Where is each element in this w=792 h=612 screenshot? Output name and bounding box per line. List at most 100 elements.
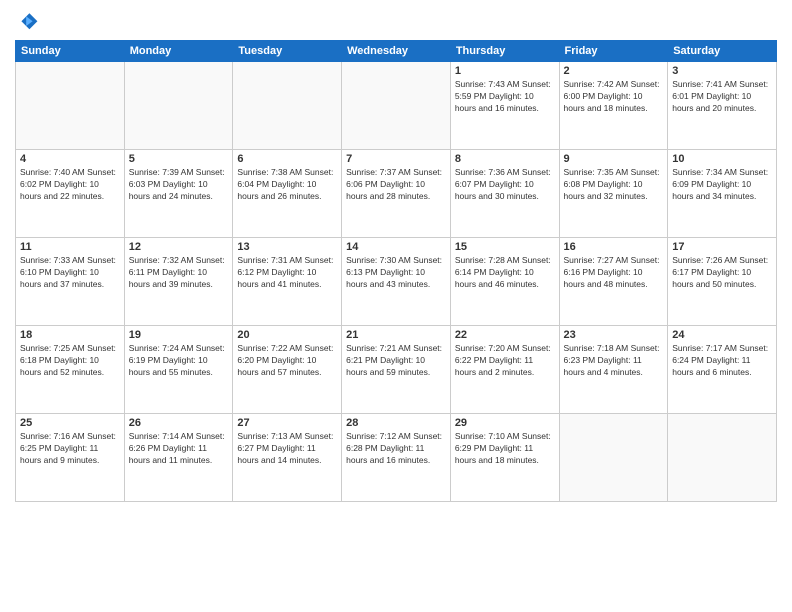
day-info: Sunrise: 7:13 AM Sunset: 6:27 PM Dayligh… bbox=[237, 431, 337, 467]
day-number: 2 bbox=[564, 65, 664, 77]
day-cell: 4Sunrise: 7:40 AM Sunset: 6:02 PM Daylig… bbox=[16, 150, 125, 238]
day-info: Sunrise: 7:33 AM Sunset: 6:10 PM Dayligh… bbox=[20, 255, 120, 291]
day-info: Sunrise: 7:31 AM Sunset: 6:12 PM Dayligh… bbox=[237, 255, 337, 291]
col-header-friday: Friday bbox=[559, 41, 668, 62]
day-cell: 1 Sunrise: 7:43 AM Sunset: 5:59 PM Daylig… bbox=[450, 62, 559, 150]
day-info: Sunrise: 7:26 AM Sunset: 6:17 PM Dayligh… bbox=[672, 255, 772, 291]
day-number: 10 bbox=[672, 153, 772, 165]
day-cell: 27 Sunrise: 7:13 AM Sunset: 6:27 PM Dayli… bbox=[233, 414, 342, 502]
day-number: 21 bbox=[346, 329, 446, 341]
day-number: 20 bbox=[237, 329, 337, 341]
day-info: Sunrise: 7:20 AM Sunset: 6:22 PM Dayligh… bbox=[455, 343, 555, 379]
day-number: 18 bbox=[20, 329, 120, 341]
day-number: 1 bbox=[455, 65, 555, 77]
day-number: 17 bbox=[672, 241, 772, 253]
day-cell: 12 Sunrise: 7:32 AM Sunset: 6:11 PM Dayli… bbox=[124, 238, 233, 326]
day-info: Sunrise: 7:27 AM Sunset: 6:16 PM Dayligh… bbox=[564, 255, 664, 291]
day-cell: 3 Sunrise: 7:41 AM Sunset: 6:01 PM Daylig… bbox=[668, 62, 777, 150]
day-number: 24 bbox=[672, 329, 772, 341]
calendar: SundayMondayTuesdayWednesdayThursdayFrid… bbox=[15, 40, 777, 502]
day-number: 16 bbox=[564, 241, 664, 253]
day-cell: 11 Sunrise: 7:33 AM Sunset: 6:10 PM Dayli… bbox=[16, 238, 125, 326]
day-number: 26 bbox=[129, 417, 229, 429]
day-cell: 23Sunrise: 7:18 AM Sunset: 6:23 PM Dayli… bbox=[559, 326, 668, 414]
day-info: Sunrise: 7:39 AM Sunset: 6:03 PM Dayligh… bbox=[129, 167, 229, 203]
day-cell: 9 Sunrise: 7:35 AM Sunset: 6:08 PM Daylig… bbox=[559, 150, 668, 238]
day-cell: 8 Sunrise: 7:36 AM Sunset: 6:07 PM Daylig… bbox=[450, 150, 559, 238]
day-cell: 6 Sunrise: 7:38 AM Sunset: 6:04 PM Daylig… bbox=[233, 150, 342, 238]
day-cell bbox=[124, 62, 233, 150]
week-row-1: 1 Sunrise: 7:43 AM Sunset: 5:59 PM Daylig… bbox=[16, 62, 777, 150]
day-cell: 20 Sunrise: 7:22 AM Sunset: 6:20 PM Dayli… bbox=[233, 326, 342, 414]
day-cell: 5 Sunrise: 7:39 AM Sunset: 6:03 PM Daylig… bbox=[124, 150, 233, 238]
day-info: Sunrise: 7:17 AM Sunset: 6:24 PM Dayligh… bbox=[672, 343, 772, 379]
week-row-4: 18 Sunrise: 7:25 AM Sunset: 6:18 PM Dayli… bbox=[16, 326, 777, 414]
day-info: Sunrise: 7:38 AM Sunset: 6:04 PM Dayligh… bbox=[237, 167, 337, 203]
day-number: 3 bbox=[672, 65, 772, 77]
day-cell: 16 Sunrise: 7:27 AM Sunset: 6:16 PM Dayli… bbox=[559, 238, 668, 326]
col-header-thursday: Thursday bbox=[450, 41, 559, 62]
day-cell bbox=[342, 62, 451, 150]
header bbox=[15, 10, 777, 34]
day-number: 11 bbox=[20, 241, 120, 253]
header-row: SundayMondayTuesdayWednesdayThursdayFrid… bbox=[16, 41, 777, 62]
day-number: 4 bbox=[20, 153, 120, 165]
day-cell: 26Sunrise: 7:14 AM Sunset: 6:26 PM Dayli… bbox=[124, 414, 233, 502]
day-cell: 2Sunrise: 7:42 AM Sunset: 6:00 PM Daylig… bbox=[559, 62, 668, 150]
day-info: Sunrise: 7:24 AM Sunset: 6:19 PM Dayligh… bbox=[129, 343, 229, 379]
day-info: Sunrise: 7:32 AM Sunset: 6:11 PM Dayligh… bbox=[129, 255, 229, 291]
logo bbox=[15, 10, 43, 34]
day-info: Sunrise: 7:41 AM Sunset: 6:01 PM Dayligh… bbox=[672, 79, 772, 115]
day-cell: 22 Sunrise: 7:20 AM Sunset: 6:22 PM Dayli… bbox=[450, 326, 559, 414]
day-number: 22 bbox=[455, 329, 555, 341]
day-info: Sunrise: 7:21 AM Sunset: 6:21 PM Dayligh… bbox=[346, 343, 446, 379]
day-number: 27 bbox=[237, 417, 337, 429]
day-cell bbox=[559, 414, 668, 502]
day-cell: 14 Sunrise: 7:30 AM Sunset: 6:13 PM Dayli… bbox=[342, 238, 451, 326]
day-cell: 29 Sunrise: 7:10 AM Sunset: 6:29 PM Dayli… bbox=[450, 414, 559, 502]
day-info: Sunrise: 7:43 AM Sunset: 5:59 PM Dayligh… bbox=[455, 79, 555, 115]
week-row-2: 4Sunrise: 7:40 AM Sunset: 6:02 PM Daylig… bbox=[16, 150, 777, 238]
day-info: Sunrise: 7:30 AM Sunset: 6:13 PM Dayligh… bbox=[346, 255, 446, 291]
day-cell: 25 Sunrise: 7:16 AM Sunset: 6:25 PM Dayli… bbox=[16, 414, 125, 502]
day-cell: 18 Sunrise: 7:25 AM Sunset: 6:18 PM Dayli… bbox=[16, 326, 125, 414]
day-number: 29 bbox=[455, 417, 555, 429]
page: SundayMondayTuesdayWednesdayThursdayFrid… bbox=[0, 0, 792, 612]
day-number: 13 bbox=[237, 241, 337, 253]
day-cell bbox=[668, 414, 777, 502]
day-info: Sunrise: 7:36 AM Sunset: 6:07 PM Dayligh… bbox=[455, 167, 555, 203]
week-row-3: 11 Sunrise: 7:33 AM Sunset: 6:10 PM Dayli… bbox=[16, 238, 777, 326]
day-number: 12 bbox=[129, 241, 229, 253]
day-number: 25 bbox=[20, 417, 120, 429]
logo-icon bbox=[15, 10, 39, 34]
col-header-sunday: Sunday bbox=[16, 41, 125, 62]
col-header-wednesday: Wednesday bbox=[342, 41, 451, 62]
day-info: Sunrise: 7:34 AM Sunset: 6:09 PM Dayligh… bbox=[672, 167, 772, 203]
day-info: Sunrise: 7:28 AM Sunset: 6:14 PM Dayligh… bbox=[455, 255, 555, 291]
day-info: Sunrise: 7:10 AM Sunset: 6:29 PM Dayligh… bbox=[455, 431, 555, 467]
day-number: 6 bbox=[237, 153, 337, 165]
day-cell: 13 Sunrise: 7:31 AM Sunset: 6:12 PM Dayli… bbox=[233, 238, 342, 326]
day-info: Sunrise: 7:22 AM Sunset: 6:20 PM Dayligh… bbox=[237, 343, 337, 379]
day-info: Sunrise: 7:37 AM Sunset: 6:06 PM Dayligh… bbox=[346, 167, 446, 203]
day-number: 14 bbox=[346, 241, 446, 253]
day-info: Sunrise: 7:35 AM Sunset: 6:08 PM Dayligh… bbox=[564, 167, 664, 203]
day-cell: 28Sunrise: 7:12 AM Sunset: 6:28 PM Dayli… bbox=[342, 414, 451, 502]
day-info: Sunrise: 7:12 AM Sunset: 6:28 PM Dayligh… bbox=[346, 431, 446, 467]
week-row-5: 25 Sunrise: 7:16 AM Sunset: 6:25 PM Dayli… bbox=[16, 414, 777, 502]
col-header-tuesday: Tuesday bbox=[233, 41, 342, 62]
day-number: 8 bbox=[455, 153, 555, 165]
day-cell: 21 Sunrise: 7:21 AM Sunset: 6:21 PM Dayli… bbox=[342, 326, 451, 414]
day-info: Sunrise: 7:16 AM Sunset: 6:25 PM Dayligh… bbox=[20, 431, 120, 467]
day-number: 19 bbox=[129, 329, 229, 341]
day-number: 5 bbox=[129, 153, 229, 165]
day-info: Sunrise: 7:25 AM Sunset: 6:18 PM Dayligh… bbox=[20, 343, 120, 379]
day-cell: 17 Sunrise: 7:26 AM Sunset: 6:17 PM Dayli… bbox=[668, 238, 777, 326]
day-number: 15 bbox=[455, 241, 555, 253]
day-cell: 19 Sunrise: 7:24 AM Sunset: 6:19 PM Dayli… bbox=[124, 326, 233, 414]
day-info: Sunrise: 7:18 AM Sunset: 6:23 PM Dayligh… bbox=[564, 343, 664, 379]
day-cell bbox=[233, 62, 342, 150]
day-cell: 24 Sunrise: 7:17 AM Sunset: 6:24 PM Dayli… bbox=[668, 326, 777, 414]
col-header-monday: Monday bbox=[124, 41, 233, 62]
day-number: 9 bbox=[564, 153, 664, 165]
